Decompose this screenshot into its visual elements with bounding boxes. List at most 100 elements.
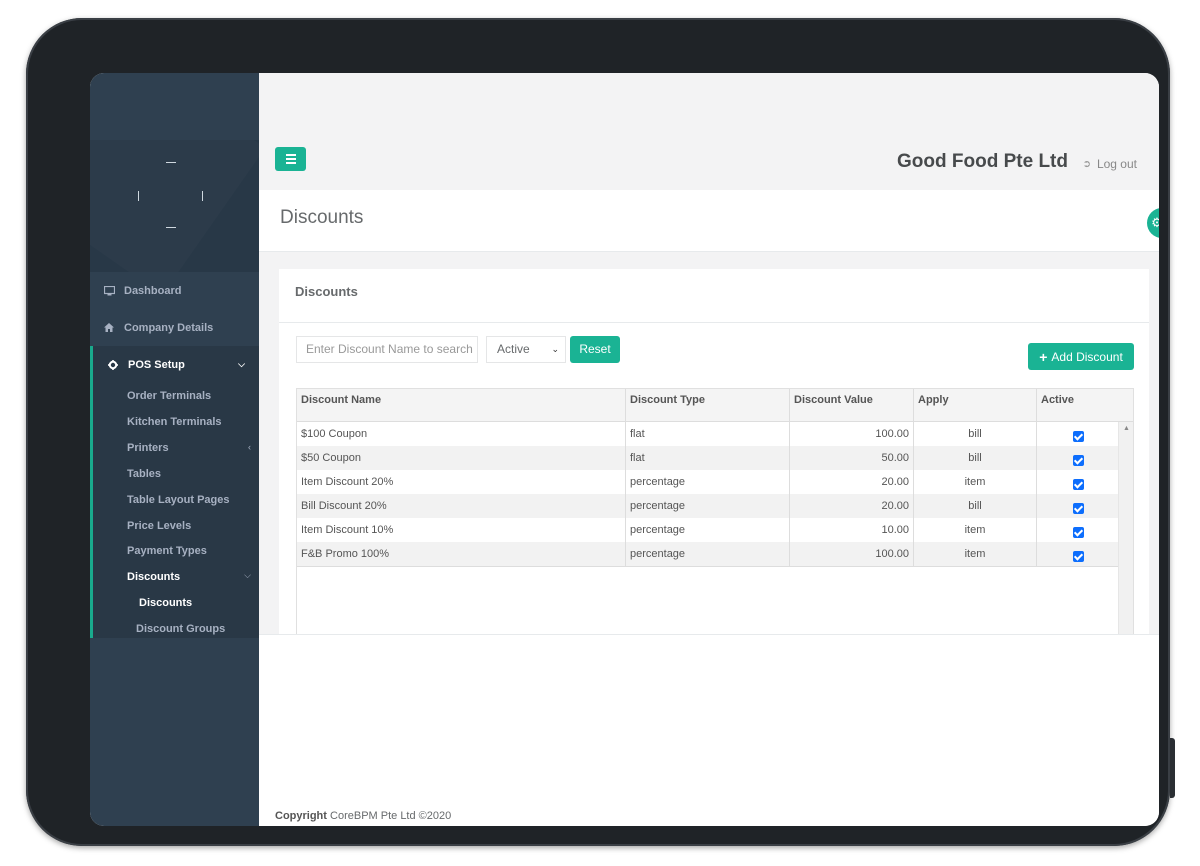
panel-title: Discounts — [295, 284, 358, 299]
desktop-icon — [102, 284, 116, 298]
cell-type: flat — [626, 446, 790, 470]
sidebar-item-table-layout-pages[interactable]: Table Layout Pages — [127, 494, 230, 506]
active-checkbox[interactable] — [1072, 430, 1084, 442]
sign-out-icon: ➲ — [1082, 158, 1091, 170]
sidebar: kevin Dashboard Company Details POS Setu… — [90, 73, 259, 826]
sidebar-item-dashboard[interactable]: Dashboard — [90, 272, 259, 309]
copyright-label: Copyright — [275, 810, 327, 822]
cell-value: 100.00 — [790, 542, 914, 566]
cell-type: flat — [626, 422, 790, 446]
cell-active — [1037, 422, 1119, 446]
column-header-apply[interactable]: Apply — [914, 389, 1037, 422]
chevron-down-icon: ⌄ — [551, 344, 559, 354]
cell-apply: item — [914, 470, 1037, 494]
sidebar-item-kitchen-terminals[interactable]: Kitchen Terminals — [127, 416, 222, 428]
cell-apply: bill — [914, 446, 1037, 470]
settings-toggle-button[interactable]: ⚙ — [1147, 208, 1159, 238]
cell-value: 100.00 — [790, 422, 914, 446]
column-header-name[interactable]: Discount Name — [297, 389, 626, 422]
column-header-active[interactable]: Active — [1037, 389, 1133, 422]
chevron-down-icon: ⌵ — [244, 570, 251, 580]
sidebar-item-discount-groups[interactable]: Discount Groups — [136, 623, 225, 635]
table-scrollbar[interactable]: ▲ — [1118, 422, 1133, 634]
profile-panel: kevin — [90, 140, 259, 272]
cell-active — [1037, 446, 1119, 470]
plus-icon: + — [1039, 348, 1048, 365]
logout-label: Log out — [1096, 157, 1137, 171]
table-row[interactable]: Item Discount 10% percentage 10.00 item — [297, 518, 1119, 542]
logout-link[interactable]: ➲ Log out — [1083, 157, 1137, 171]
reset-button[interactable]: Reset — [570, 336, 620, 363]
cell-value: 50.00 — [790, 446, 914, 470]
cell-name: Item Discount 20% — [297, 470, 626, 494]
cell-apply: bill — [914, 494, 1037, 518]
active-checkbox[interactable] — [1072, 478, 1084, 490]
hamburger-icon — [285, 154, 296, 164]
active-checkbox[interactable] — [1072, 502, 1084, 514]
cell-value: 10.00 — [790, 518, 914, 542]
copyright-text: CoreBPM Pte Ltd ©2020 — [330, 810, 452, 822]
cell-type: percentage — [626, 494, 790, 518]
cell-active — [1037, 470, 1119, 494]
status-select-value: Active — [497, 342, 530, 356]
sidebar-item-price-levels[interactable]: Price Levels — [127, 520, 191, 532]
cell-value: 20.00 — [790, 470, 914, 494]
avatar[interactable] — [138, 162, 204, 228]
sidebar-item-company-details[interactable]: Company Details — [90, 309, 259, 346]
cell-apply: item — [914, 518, 1037, 542]
sidebar-item-label: POS Setup — [128, 358, 185, 371]
gear-icon — [106, 358, 120, 372]
column-header-type[interactable]: Discount Type — [626, 389, 790, 422]
table-row[interactable]: $100 Coupon flat 100.00 bill — [297, 422, 1119, 446]
cell-active — [1037, 518, 1119, 542]
tablet-frame: kevin Dashboard Company Details POS Setu… — [26, 18, 1175, 846]
active-checkbox[interactable] — [1072, 454, 1084, 466]
sidebar-item-payment-types[interactable]: Payment Types — [127, 545, 207, 557]
sidebar-item-order-terminals[interactable]: Order Terminals — [127, 390, 211, 402]
company-name: Good Food Pte Ltd — [897, 151, 1068, 172]
top-navbar: Good Food Pte Ltd ➲ Log out — [259, 73, 1159, 190]
column-header-value[interactable]: Discount Value — [790, 389, 914, 422]
cell-name: F&B Promo 100% — [297, 542, 626, 566]
cell-value: 20.00 — [790, 494, 914, 518]
page-title: Discounts — [280, 207, 364, 228]
sidebar-item-tables[interactable]: Tables — [127, 468, 161, 480]
menu-toggle-button[interactable] — [275, 147, 306, 171]
sidebar-item-label: Company Details — [124, 321, 214, 334]
cogs-icon: ⚙ — [1151, 215, 1159, 230]
active-checkbox[interactable] — [1072, 550, 1084, 562]
cell-apply: bill — [914, 422, 1037, 446]
table-empty-area — [297, 566, 1119, 634]
cell-active — [1037, 542, 1119, 566]
sidebar-item-discounts[interactable]: Discounts — [127, 571, 180, 583]
cell-apply: item — [914, 542, 1037, 566]
chevron-left-icon: ‹ — [248, 442, 251, 452]
table-row[interactable]: F&B Promo 100% percentage 100.00 item — [297, 542, 1119, 566]
cell-type: percentage — [626, 542, 790, 566]
pos-setup-submenu: Order Terminals Kitchen Terminals Printe… — [90, 374, 259, 638]
cell-name: $100 Coupon — [297, 422, 626, 446]
table-row[interactable]: Bill Discount 20% percentage 20.00 bill — [297, 494, 1119, 518]
table-row[interactable]: $50 Coupon flat 50.00 bill — [297, 446, 1119, 470]
table-row[interactable]: Item Discount 20% percentage 20.00 item — [297, 470, 1119, 494]
home-icon — [102, 321, 116, 335]
sidebar-item-discounts-list[interactable]: Discounts — [139, 597, 192, 609]
cell-name: Item Discount 10% — [297, 518, 626, 542]
panel-header: Discounts — [279, 269, 1149, 323]
app-screen: kevin Dashboard Company Details POS Setu… — [90, 73, 1159, 826]
status-select[interactable]: Active ⌄ — [486, 336, 566, 363]
cell-type: percentage — [626, 470, 790, 494]
content-wrapper: Discounts Enter Discount Name to search … — [259, 252, 1159, 634]
cell-type: percentage — [626, 518, 790, 542]
active-checkbox[interactable] — [1072, 526, 1084, 538]
page-heading: Discounts ⚙ — [259, 190, 1159, 252]
discounts-panel: Discounts Enter Discount Name to search … — [279, 269, 1149, 634]
add-discount-button[interactable]: + Add Discount — [1028, 343, 1134, 370]
scroll-up-icon[interactable]: ▲ — [1123, 425, 1130, 432]
cell-name: $50 Coupon — [297, 446, 626, 470]
cell-name: Bill Discount 20% — [297, 494, 626, 518]
sidebar-item-printers[interactable]: Printers — [127, 442, 169, 454]
discounts-table: Discount Name Discount Type Discount Val… — [296, 388, 1134, 634]
footer-area: Copyright CoreBPM Pte Ltd ©2020 — [259, 634, 1159, 826]
search-input[interactable]: Enter Discount Name to search — [296, 336, 478, 363]
